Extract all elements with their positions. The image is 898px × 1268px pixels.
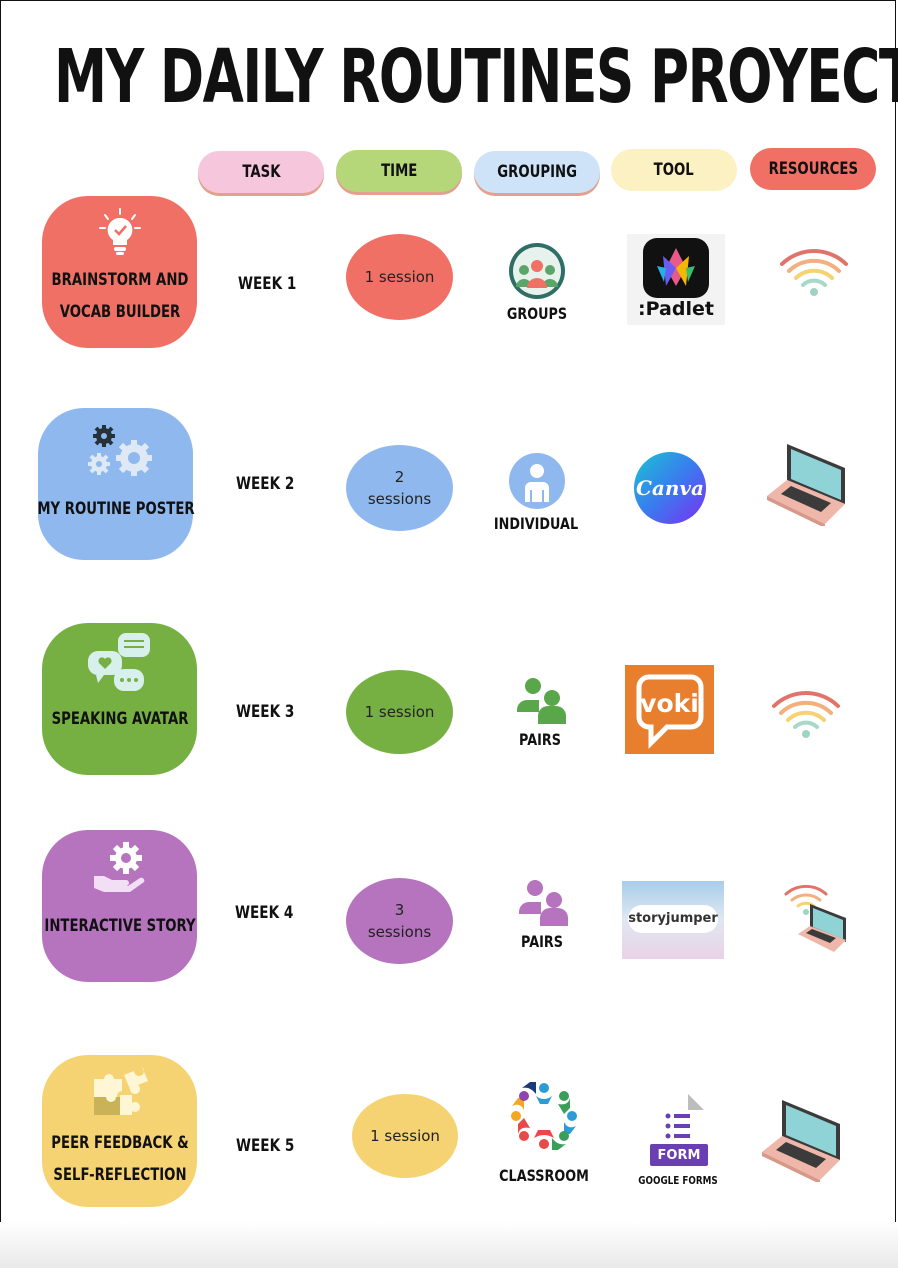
time-text: 1 session	[364, 268, 435, 286]
task-label-line1: SPEAKING AVATAR	[51, 709, 188, 729]
header-task: TASK	[198, 151, 324, 193]
groups-icon	[509, 243, 565, 299]
time-text-line2: sessions	[367, 490, 432, 508]
time-text-line1: 2	[394, 468, 405, 486]
task-card-routine-poster: MY ROUTINE POSTER	[37, 408, 194, 560]
time-text-line2: sessions	[367, 923, 432, 941]
time-bubble: 2 sessions	[346, 445, 453, 531]
task-card-speaking-avatar: SPEAKING AVATAR	[42, 623, 197, 775]
page-bottom-shade	[0, 1222, 898, 1268]
time-bubble: 3 sessions	[346, 878, 453, 964]
header-resources-label: RESOURCES	[768, 159, 858, 179]
page-title: MY DAILY ROUTINES PROYECT	[54, 34, 898, 120]
task-label-line2: SELF-REFLECTION	[52, 1165, 187, 1185]
laptop-icon	[762, 1100, 840, 1182]
week-label: WEEK 5	[236, 1136, 295, 1156]
task-card-interactive-story: INTERACTIVE STORY	[42, 830, 197, 982]
week-label: WEEK 4	[235, 903, 294, 923]
lightbulb-icon	[99, 208, 141, 255]
header-time: TIME	[336, 150, 462, 192]
padlet-logo: :Padlet	[627, 234, 725, 325]
header-grouping-label: GROUPING	[497, 162, 577, 182]
gears-icon	[88, 425, 152, 476]
header-resources: RESOURCES	[750, 148, 876, 190]
header-grouping: GROUPING	[474, 151, 600, 193]
grouping-label: CLASSROOM	[499, 1166, 589, 1185]
wifi-laptop-icon	[784, 884, 846, 952]
task-label-line1: MY ROUTINE POSTER	[36, 499, 195, 519]
header-time-label: TIME	[380, 161, 418, 181]
task-card-brainstorm: BRAINSTORM AND VOCAB BUILDER	[42, 196, 197, 348]
laptop-icon	[767, 444, 845, 526]
week-label: WEEK 2	[236, 474, 295, 494]
week-label: WEEK 1	[238, 274, 297, 294]
header-tool: TOOL	[611, 149, 737, 191]
pairs-icon	[519, 880, 568, 926]
task-card-peer-feedback: PEER FEEDBACK & SELF-REFLECTION	[42, 1055, 197, 1207]
week-label: WEEK 3	[236, 702, 295, 722]
grouping-label: PAIRS	[519, 730, 561, 749]
header-tool-label: TOOL	[653, 160, 695, 180]
storyjumper-logo: storyjumper	[622, 881, 724, 959]
grouping-label: PAIRS	[521, 932, 563, 951]
pairs-icon	[517, 678, 566, 724]
wifi-icon	[772, 691, 840, 738]
tool-name: Canva	[636, 476, 704, 500]
chat-bubbles-icon	[88, 633, 150, 691]
gear-hand-icon	[94, 842, 145, 892]
padlet-icon	[643, 238, 709, 298]
tool-name: FORM	[657, 1148, 701, 1163]
tool-name: voki	[640, 689, 699, 718]
time-bubble: 1 session	[346, 234, 453, 320]
time-bubble: 1 session	[346, 670, 453, 754]
time-text-line1: 3	[394, 901, 405, 919]
header-task-label: TASK	[241, 162, 281, 182]
canva-logo: Canva	[634, 452, 706, 524]
classroom-icon	[511, 1082, 577, 1150]
task-label-line2: VOCAB BUILDER	[59, 302, 180, 322]
individual-icon	[509, 453, 565, 509]
tool-name: storyjumper	[628, 911, 718, 926]
grouping-label: GROUPS	[506, 304, 568, 323]
time-text: 1 session	[364, 703, 435, 721]
time-text: 1 session	[370, 1127, 440, 1145]
voki-logo: voki	[625, 665, 714, 754]
time-bubble: 1 session	[352, 1094, 458, 1178]
grouping-label: INDIVIDUAL	[493, 514, 579, 533]
task-label-line1: INTERACTIVE STORY	[43, 916, 196, 936]
task-label-line1: PEER FEEDBACK &	[50, 1133, 189, 1153]
wifi-icon	[780, 249, 848, 296]
tool-name: :Padlet	[638, 298, 714, 320]
tool-caption: GOOGLE FORMS	[638, 1174, 718, 1187]
task-label-line1: BRAINSTORM AND	[51, 270, 188, 290]
puzzle-icon	[94, 1067, 148, 1115]
